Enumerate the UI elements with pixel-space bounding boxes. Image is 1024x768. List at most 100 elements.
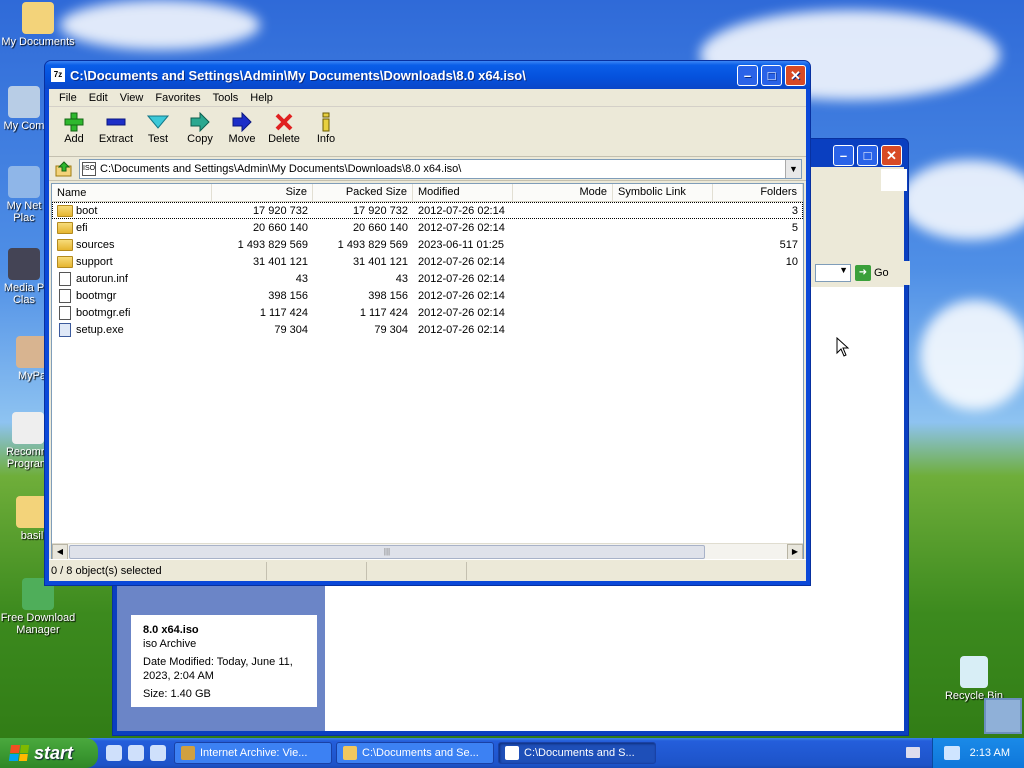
menu-tools[interactable]: Tools: [207, 92, 245, 104]
file-list[interactable]: Name Size Packed Size Modified Mode Symb…: [51, 183, 804, 560]
folder-icon: [343, 746, 357, 760]
toolbar: Add Extract Test Copy Move Delete Info: [49, 107, 806, 157]
taskbar-button-internet-archive[interactable]: Internet Archive: Vie...: [174, 742, 332, 764]
folder-icon: [57, 238, 73, 251]
desktop-icon-free-download-manager[interactable]: Free Download Manager: [0, 578, 76, 636]
detail-size: Size: 1.40 GB: [143, 688, 211, 700]
start-button[interactable]: start: [0, 738, 98, 768]
menu-help[interactable]: Help: [244, 92, 279, 104]
minimize-button[interactable]: –: [737, 65, 758, 86]
table-row[interactable]: setup.exe 79 304 79 304 2012-07-26 02:14: [52, 321, 803, 338]
show-desktop-icon[interactable]: [150, 745, 166, 761]
clock[interactable]: 2:13 AM: [970, 747, 1010, 759]
bg-address-area: ▼ ➜ Go: [813, 261, 910, 285]
bg-window-controls: – □ ✕: [833, 145, 902, 166]
info-icon: [305, 111, 347, 133]
window-controls: – □ ✕: [737, 65, 806, 86]
column-header-packed-size[interactable]: Packed Size: [313, 184, 413, 201]
move-button[interactable]: Move: [221, 111, 263, 145]
menu-edit[interactable]: Edit: [83, 92, 114, 104]
table-row[interactable]: bootmgr 398 156 398 156 2012-07-26 02:14: [52, 287, 803, 304]
table-row[interactable]: efi 20 660 140 20 660 140 2012-07-26 02:…: [52, 219, 803, 236]
copy-button[interactable]: Copy: [179, 111, 221, 145]
column-header-folders[interactable]: Folders: [713, 184, 803, 201]
file-icon: [59, 288, 71, 303]
scroll-thumb[interactable]: |||: [69, 545, 705, 559]
window-title: C:\Documents and Settings\Admin\My Docum…: [70, 67, 526, 83]
address-text: C:\Documents and Settings\Admin\My Docum…: [100, 162, 462, 175]
column-header-row: Name Size Packed Size Modified Mode Symb…: [52, 184, 803, 202]
column-header-mode[interactable]: Mode: [513, 184, 613, 201]
delete-button[interactable]: Delete: [263, 111, 305, 145]
delete-x-icon: [263, 111, 305, 133]
column-header-size[interactable]: Size: [212, 184, 313, 201]
maximize-button[interactable]: □: [761, 65, 782, 86]
add-button[interactable]: Add: [53, 111, 95, 145]
tray-app-icon[interactable]: [943, 746, 960, 760]
table-row[interactable]: autorun.inf 43 43 2012-07-26 02:14: [52, 270, 803, 287]
quick-launch: [98, 745, 174, 761]
status-pane-3: [367, 561, 467, 580]
7zip-window[interactable]: 7z C:\Documents and Settings\Admin\My Do…: [44, 60, 811, 586]
browser-icon: [181, 746, 195, 760]
minimize-button[interactable]: –: [833, 145, 854, 166]
desktop-icon-my-documents[interactable]: My Documents: [0, 2, 76, 48]
extract-button[interactable]: Extract: [95, 111, 137, 145]
cloud: [900, 160, 1024, 240]
menu-bar: File Edit View Favorites Tools Help: [49, 89, 806, 107]
info-button[interactable]: Info: [305, 111, 347, 145]
mouse-cursor-icon: [836, 337, 850, 357]
horizontal-scrollbar[interactable]: ◀ ||| ▶: [52, 543, 803, 559]
status-pane-2: [267, 561, 367, 580]
recycle-bin-icon: [960, 656, 988, 688]
media-player-icon[interactable]: [128, 745, 144, 761]
menu-favorites[interactable]: Favorites: [149, 92, 206, 104]
address-input[interactable]: ISO C:\Documents and Settings\Admin\My D…: [79, 158, 802, 179]
scroll-right-arrow-icon[interactable]: ▶: [787, 544, 803, 559]
plus-icon: [53, 111, 95, 133]
settings-file-icon: [59, 271, 71, 286]
column-header-name[interactable]: Name: [52, 184, 212, 201]
executable-file-icon: [59, 322, 71, 337]
table-row[interactable]: bootmgr.efi 1 117 424 1 117 424 2012-07-…: [52, 304, 803, 321]
move-arrow-icon: [221, 111, 263, 133]
minus-icon: [95, 111, 137, 133]
close-button[interactable]: ✕: [785, 65, 806, 86]
address-dropdown[interactable]: ▼: [815, 264, 851, 282]
document-icon: [12, 412, 44, 444]
scroll-left-arrow-icon[interactable]: ◀: [52, 543, 68, 559]
go-button[interactable]: ➜ Go: [855, 265, 889, 281]
table-row[interactable]: boot 17 920 732 17 920 732 2012-07-26 02…: [52, 202, 803, 219]
up-folder-button[interactable]: [53, 159, 75, 179]
menu-file[interactable]: File: [53, 92, 83, 104]
title-bar[interactable]: 7z C:\Documents and Settings\Admin\My Do…: [45, 61, 810, 89]
detail-type: iso Archive: [143, 638, 197, 650]
taskbar-button-7zip[interactable]: C:\Documents and S...: [498, 742, 656, 764]
menu-view[interactable]: View: [114, 92, 150, 104]
status-pane-4: [467, 562, 806, 580]
keyboard-icon[interactable]: [906, 747, 920, 758]
window-body: File Edit View Favorites Tools Help Add …: [49, 89, 806, 581]
test-button[interactable]: Test: [137, 111, 179, 145]
status-bar: 0 / 8 object(s) selected: [49, 559, 806, 581]
maximize-button[interactable]: □: [857, 145, 878, 166]
folder-icon: [57, 204, 73, 217]
column-header-symbolic-link[interactable]: Symbolic Link: [613, 184, 713, 201]
taskbar: start Internet Archive: Vie... C:\Docume…: [0, 738, 1024, 768]
internet-explorer-icon[interactable]: [106, 745, 122, 761]
folder-icon: [57, 221, 73, 234]
column-header-modified[interactable]: Modified: [413, 184, 513, 201]
cloud: [60, 0, 260, 50]
windows-logo-icon: [881, 169, 907, 191]
table-row[interactable]: sources 1 493 829 569 1 493 829 569 2023…: [52, 236, 803, 253]
desktop-icon-recycle-bin[interactable]: Recycle Bin: [936, 656, 1012, 702]
system-tray: 2:13 AM: [932, 738, 1024, 768]
taskbar-button-explorer[interactable]: C:\Documents and Se...: [336, 742, 494, 764]
address-dropdown-button[interactable]: ▼: [785, 159, 801, 178]
close-button[interactable]: ✕: [881, 145, 902, 166]
table-row[interactable]: support 31 401 121 31 401 121 2012-07-26…: [52, 253, 803, 270]
scroll-down-overlay-icon[interactable]: [984, 698, 1022, 734]
file-icon: [59, 305, 71, 320]
folder-icon: [57, 255, 73, 268]
network-icon: [8, 166, 40, 198]
